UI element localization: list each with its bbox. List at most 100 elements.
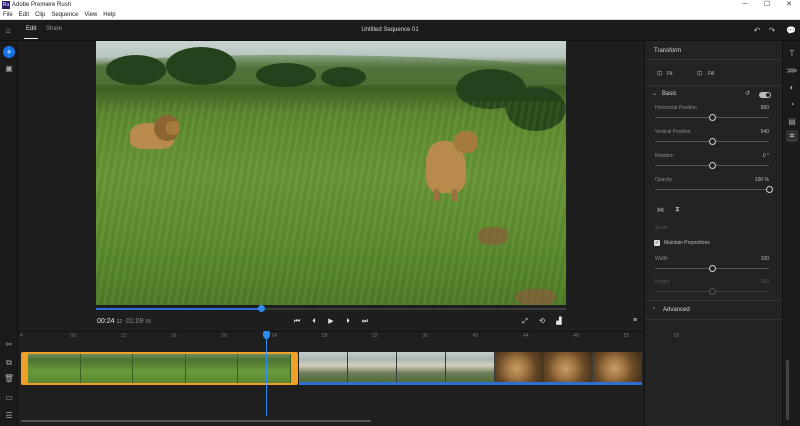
go-to-end-icon[interactable]: ⏭ bbox=[359, 316, 371, 328]
width-value[interactable]: 100 bbox=[739, 256, 769, 262]
timeline-list-icon[interactable]: ☰ bbox=[3, 410, 15, 422]
track-controls-icon[interactable]: ▭ bbox=[3, 392, 15, 404]
timeline-tick-label: 40 bbox=[472, 333, 479, 339]
delete-icon[interactable]: 🗑 bbox=[3, 373, 15, 385]
property-value[interactable]: 960 bbox=[739, 105, 769, 111]
panel-divider bbox=[645, 319, 783, 320]
minimize-button[interactable]: ─ bbox=[734, 0, 756, 10]
flip-horizontal-icon[interactable]: ⋈ bbox=[657, 206, 664, 214]
menu-file[interactable]: File bbox=[3, 10, 13, 20]
fill-icon[interactable]: ⊡ bbox=[697, 70, 702, 77]
close-button[interactable]: ✕ bbox=[778, 0, 800, 10]
timeline-tick-label: 48 bbox=[573, 333, 579, 339]
go-to-start-icon[interactable]: ⏮ bbox=[291, 316, 303, 328]
menu-view[interactable]: View bbox=[84, 10, 97, 20]
tree bbox=[256, 63, 316, 87]
timeline-scrollbar[interactable] bbox=[21, 420, 371, 422]
property-value[interactable]: 540 bbox=[739, 129, 769, 135]
tree bbox=[166, 47, 236, 85]
duration-timecode: 01:09 08 bbox=[126, 318, 151, 325]
clip-thumbnail bbox=[397, 352, 445, 382]
flip-vertical-icon[interactable]: ⧗ bbox=[675, 206, 680, 214]
panel-scrollbar[interactable] bbox=[786, 360, 789, 420]
menu-clip[interactable]: Clip bbox=[35, 10, 45, 20]
playhead-line bbox=[266, 338, 267, 416]
property-slider-handle[interactable] bbox=[709, 162, 716, 169]
clip-thumbnail bbox=[593, 352, 641, 382]
menu-edit[interactable]: Edit bbox=[19, 10, 29, 20]
monitor-menu-icon[interactable]: ≡ bbox=[629, 315, 641, 327]
duration-frames: 08 bbox=[145, 319, 152, 325]
step-forward-icon[interactable]: ⏵ bbox=[342, 316, 354, 328]
lioness-leg bbox=[452, 189, 457, 201]
split-scissors-icon[interactable]: ✂ bbox=[3, 339, 15, 351]
loop-icon[interactable]: ⟲ bbox=[536, 316, 548, 328]
add-media-button[interactable]: + bbox=[3, 46, 15, 58]
property-value[interactable]: 0 ° bbox=[739, 153, 769, 159]
property-slider-track[interactable] bbox=[655, 189, 769, 190]
undo-icon[interactable]: ↶ bbox=[752, 26, 762, 36]
duplicate-icon[interactable]: ⧉ bbox=[3, 357, 15, 369]
home-icon[interactable]: ⌂ bbox=[3, 26, 13, 36]
fit-frame-icon[interactable]: ⤢ bbox=[519, 316, 531, 328]
feedback-icon[interactable]: 💬 bbox=[786, 26, 796, 36]
sequence-title[interactable]: Untitled Sequence 01 bbox=[330, 27, 450, 33]
menu-sequence[interactable]: Sequence bbox=[51, 10, 78, 20]
toggle-knob bbox=[766, 93, 770, 97]
video-preview[interactable] bbox=[96, 41, 566, 305]
dirt-path bbox=[478, 227, 508, 245]
clip-thumbnail bbox=[28, 354, 81, 383]
timeline-tick-label: 36 bbox=[422, 333, 428, 339]
preview-scrub-progress bbox=[96, 308, 261, 310]
dirt-path bbox=[516, 289, 556, 305]
audio-icon[interactable]: ▤ bbox=[786, 116, 798, 128]
tab-edit[interactable]: Edit bbox=[26, 26, 36, 32]
menu-help[interactable]: Help bbox=[103, 10, 115, 20]
panel-title: Transform bbox=[654, 48, 682, 54]
advanced-section-title[interactable]: Advanced bbox=[663, 307, 690, 313]
timeline-tick-label: 44 bbox=[523, 333, 529, 339]
property-slider-handle[interactable] bbox=[709, 138, 716, 145]
basic-section-title[interactable]: Basic bbox=[662, 91, 677, 97]
playhead-handle[interactable] bbox=[263, 331, 270, 339]
speed-icon[interactable]: ◔ bbox=[786, 99, 798, 111]
maintain-proportions-checkbox[interactable]: ✓ bbox=[654, 240, 660, 246]
property-label: Opacity bbox=[655, 177, 672, 183]
timeline-tick-label: 16 bbox=[170, 333, 177, 339]
clip-thumbnail bbox=[446, 352, 494, 382]
property-slider-handle[interactable] bbox=[766, 186, 773, 193]
preview-scrub-handle[interactable] bbox=[257, 305, 265, 312]
maximize-button[interactable]: ☐ bbox=[756, 0, 778, 10]
lion-lying-head bbox=[166, 121, 180, 135]
property-slider-handle[interactable] bbox=[709, 114, 716, 121]
width-label: Width bbox=[655, 256, 668, 262]
transitions-icon[interactable]: ⋙ bbox=[786, 65, 798, 77]
tree bbox=[321, 67, 366, 87]
fullscreen-icon[interactable]: ▟ bbox=[553, 316, 565, 328]
tab-share[interactable]: Share bbox=[46, 26, 62, 32]
chevron-down-icon[interactable]: ⌄ bbox=[652, 90, 657, 97]
step-back-icon[interactable]: ⏴ bbox=[308, 316, 320, 328]
play-icon[interactable]: ▶ bbox=[325, 316, 337, 328]
video-clip[interactable] bbox=[299, 352, 642, 385]
clip-thumbnail bbox=[544, 352, 592, 382]
current-frames: 12 bbox=[116, 319, 123, 325]
titles-icon[interactable]: T bbox=[786, 48, 798, 60]
fill-label[interactable]: Fill bbox=[708, 71, 714, 77]
reset-icon[interactable]: ↺ bbox=[745, 90, 750, 97]
timeline-tick-label: 20 bbox=[221, 333, 227, 339]
fit-icon[interactable]: ⊡ bbox=[657, 70, 662, 77]
media-browser-icon[interactable]: ▣ bbox=[3, 63, 15, 75]
video-clip-selected[interactable] bbox=[21, 352, 298, 385]
window-title: Adobe Premiere Rush bbox=[12, 2, 72, 8]
property-label: Rotation bbox=[655, 153, 674, 159]
chevron-right-icon[interactable]: › bbox=[653, 306, 655, 312]
transform-icon[interactable]: ⌗ bbox=[786, 130, 798, 142]
fit-label[interactable]: Fit bbox=[667, 71, 673, 77]
width-slider-handle[interactable] bbox=[709, 265, 716, 272]
color-icon[interactable]: ◐ bbox=[786, 82, 798, 94]
property-value[interactable]: 100 % bbox=[739, 177, 769, 183]
basic-toggle[interactable] bbox=[759, 92, 771, 98]
clip-thumbnail bbox=[238, 354, 291, 383]
redo-icon[interactable]: ↷ bbox=[767, 26, 777, 36]
